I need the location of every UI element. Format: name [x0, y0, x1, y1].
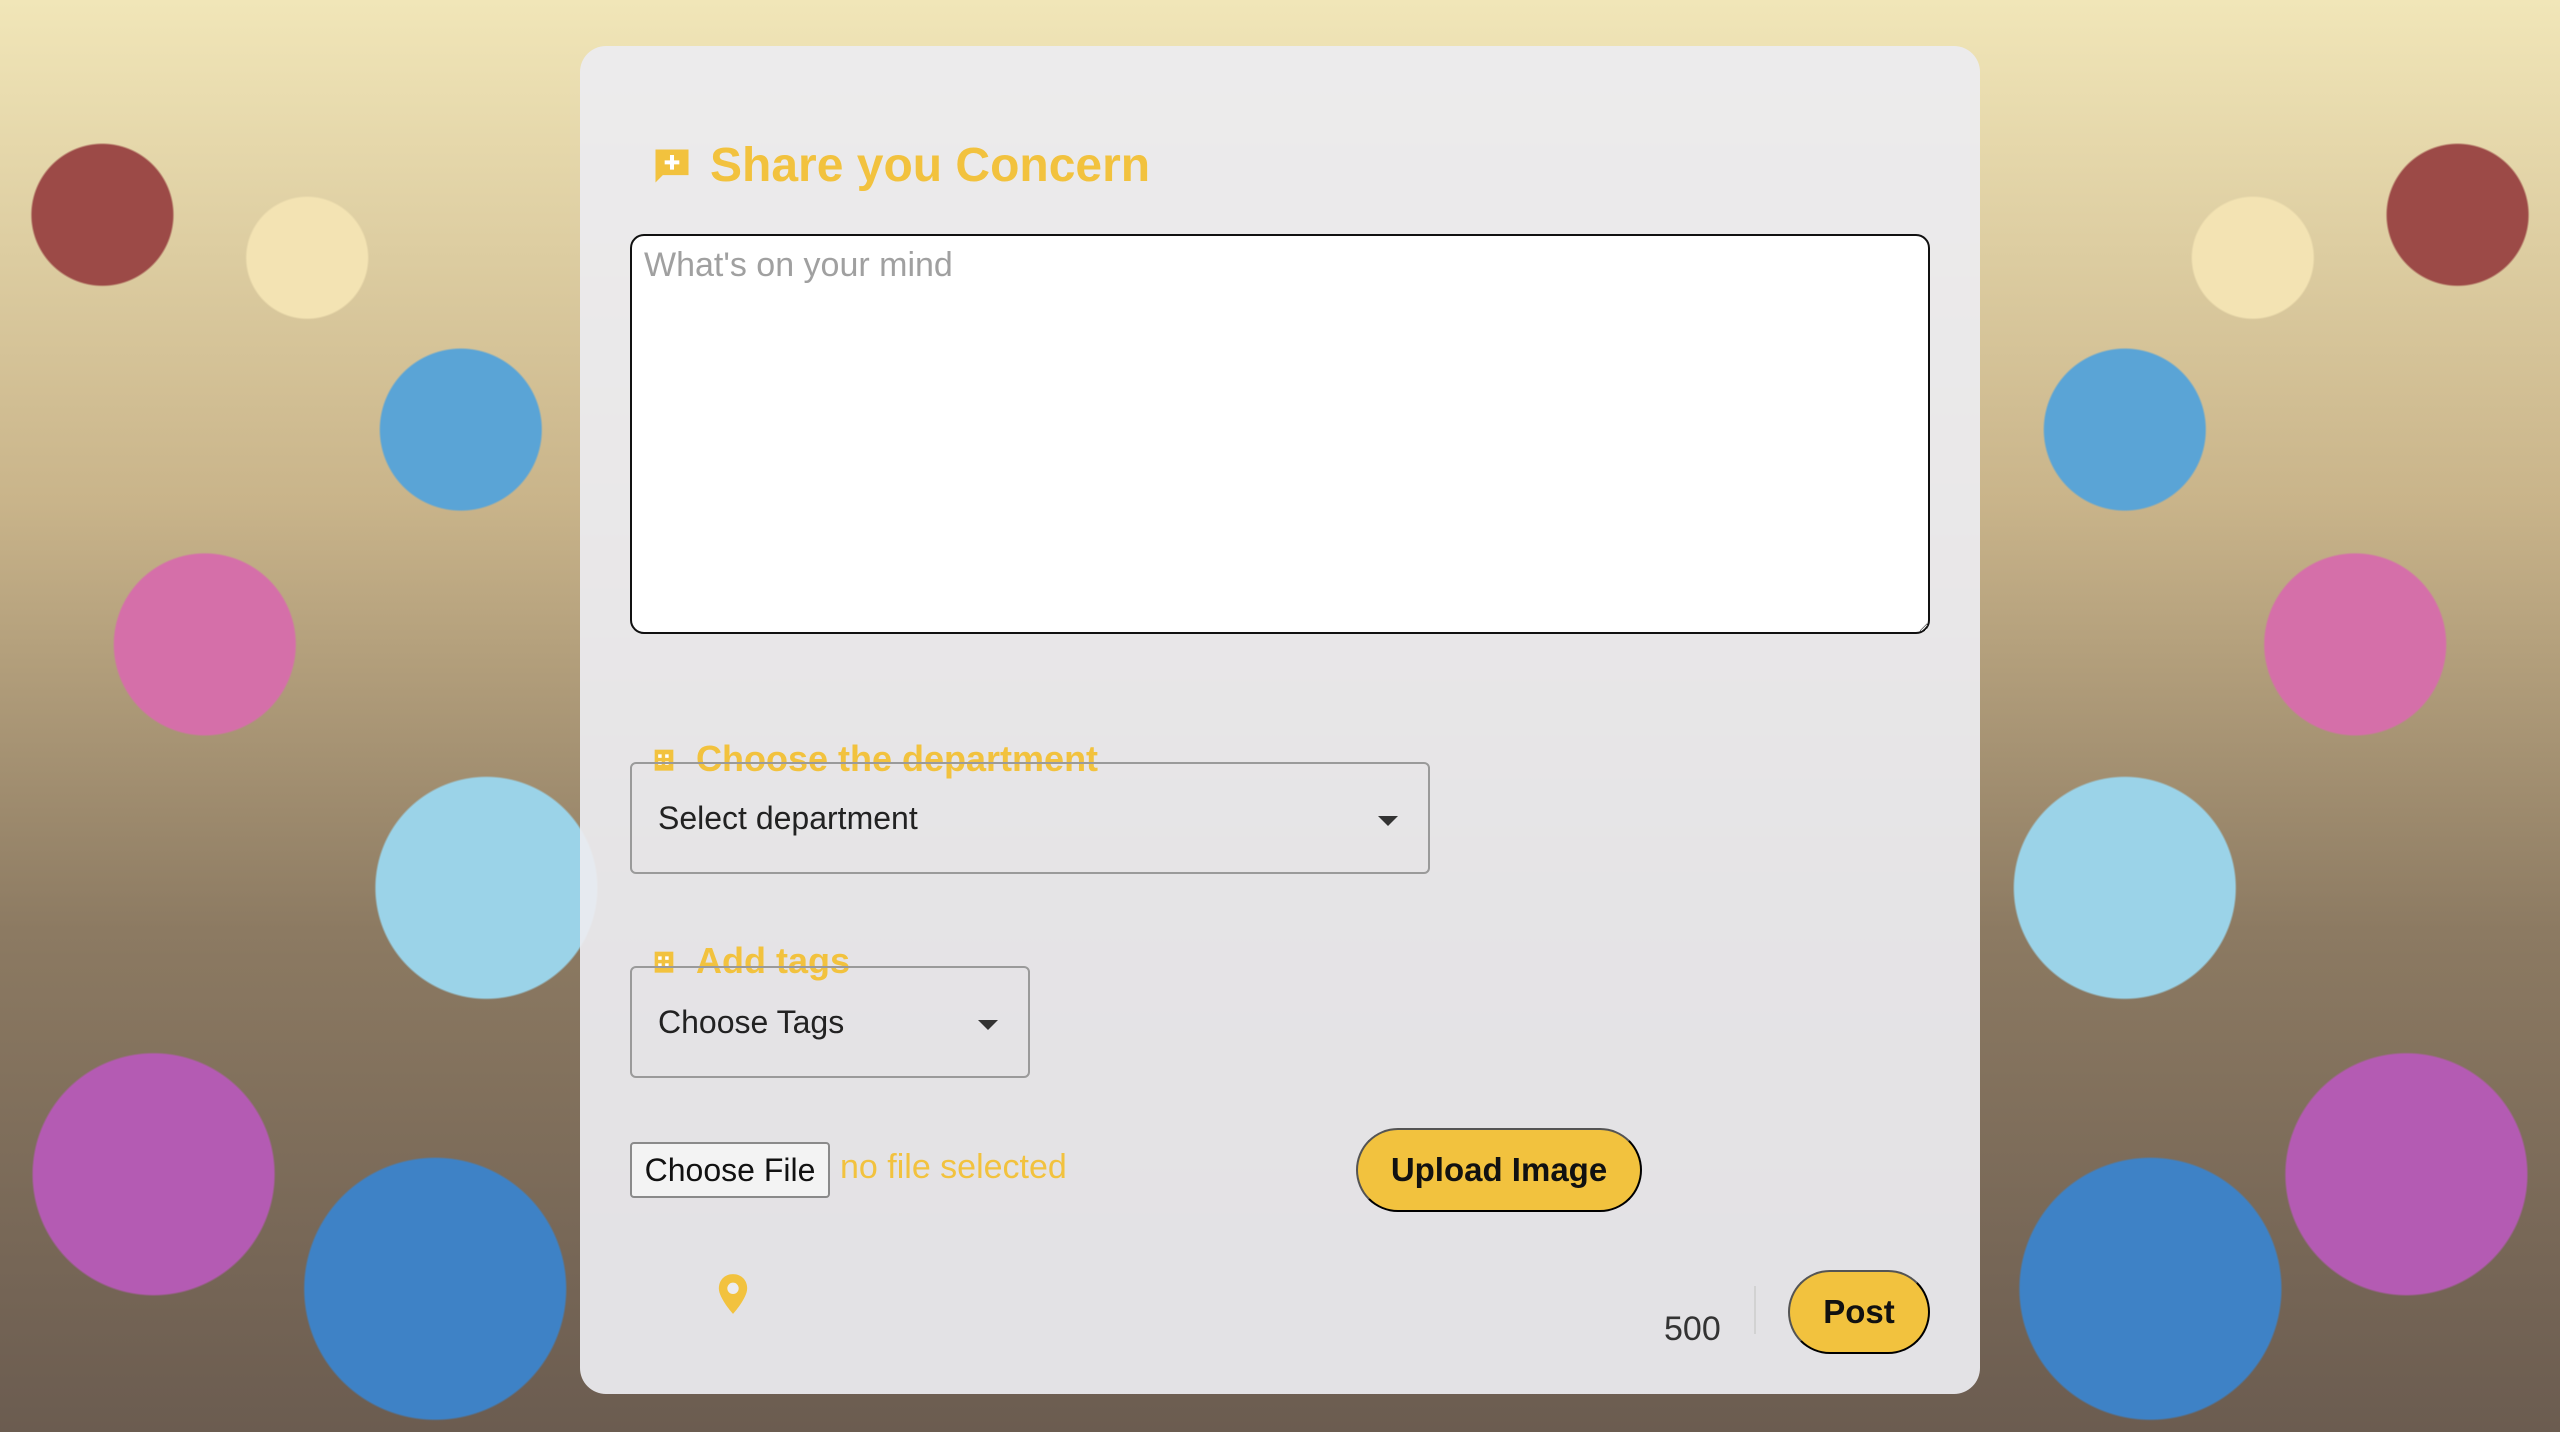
form-title: Share you Concern [710, 139, 1151, 192]
form-header: Share you Concern [650, 138, 1150, 193]
choose-file-button[interactable]: Choose File [630, 1142, 830, 1198]
concern-textarea[interactable] [630, 234, 1930, 634]
chat-add-icon [655, 149, 689, 182]
department-select[interactable]: Select department [630, 762, 1430, 874]
tags-select-value: Choose Tags [658, 1003, 845, 1040]
concern-form-card: Share you Concern Choose the department … [580, 46, 1980, 1394]
divider [1754, 1286, 1756, 1334]
location-pin-icon[interactable] [716, 1274, 750, 1314]
department-select-value: Select department [658, 799, 918, 836]
tags-select[interactable]: Choose Tags [630, 966, 1030, 1078]
chevron-down-icon [978, 1020, 998, 1030]
char-count: 500 [1664, 1310, 1721, 1348]
file-status: no file selected [840, 1148, 1067, 1186]
post-button[interactable]: Post [1788, 1270, 1930, 1354]
chevron-down-icon [1378, 816, 1398, 826]
upload-image-button[interactable]: Upload Image [1356, 1128, 1642, 1212]
